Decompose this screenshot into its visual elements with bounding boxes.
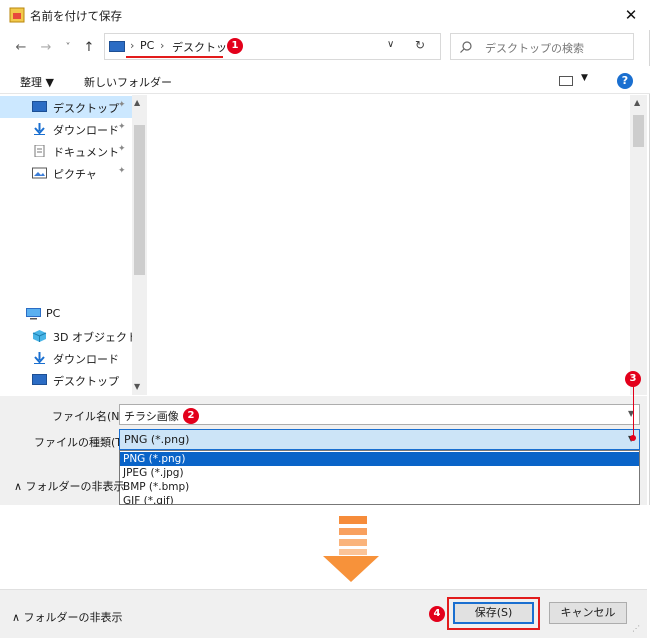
desktop-icon bbox=[32, 101, 47, 112]
search-placeholder: デスクトップの検索 bbox=[485, 42, 584, 55]
pin-icon[interactable]: ✦ bbox=[118, 166, 126, 176]
scrollbar-thumb[interactable] bbox=[134, 125, 145, 275]
arrow-stripe bbox=[339, 539, 367, 546]
3d-objects-icon bbox=[32, 330, 47, 342]
filetype-label: ファイルの種類(T): bbox=[34, 436, 131, 449]
callout-badge-1: 1 bbox=[227, 38, 243, 54]
filetype-select[interactable]: PNG (*.png) ▼ bbox=[119, 429, 640, 450]
app-icon bbox=[9, 7, 25, 23]
cancel-button[interactable]: キャンセル bbox=[549, 602, 627, 624]
sidebar-item-downloads[interactable]: ダウンロード ✦ bbox=[0, 118, 132, 140]
pin-icon[interactable]: ✦ bbox=[118, 144, 126, 154]
filetype-option[interactable]: GIF (*.gif) bbox=[120, 494, 639, 504]
callout-badge-2: 2 bbox=[183, 408, 199, 424]
desktop-icon bbox=[32, 374, 47, 385]
sidebar-item-label: PC bbox=[46, 307, 61, 320]
sidebar-item-desktop[interactable]: デスクトップ ✦ bbox=[0, 96, 132, 118]
save-as-dialog: 名前を付けて保存 ✕ ← → ˅ ↑ › PC › デスクトップ ∨ ↻ 1 デ… bbox=[0, 0, 650, 505]
sidebar-item-label: 3D オブジェクト bbox=[53, 331, 138, 344]
breadcrumb-pc[interactable]: PC bbox=[140, 39, 154, 52]
title-bar: 名前を付けて保存 ✕ bbox=[0, 0, 650, 30]
help-icon[interactable]: ? bbox=[617, 73, 633, 89]
back-button[interactable]: ← bbox=[12, 39, 30, 57]
up-button[interactable]: ↑ bbox=[80, 39, 98, 57]
pictures-icon bbox=[32, 167, 47, 179]
sidebar-item-label: ダウンロード bbox=[53, 124, 119, 137]
resize-grip-icon[interactable]: ⋰ bbox=[632, 624, 640, 633]
filename-label: ファイル名(N): bbox=[52, 410, 128, 423]
close-button[interactable]: ✕ bbox=[614, 0, 648, 30]
filetype-option[interactable]: JPEG (*.jpg) bbox=[120, 466, 639, 480]
organize-button[interactable]: 整理 ▼ bbox=[20, 74, 54, 90]
toolbar: 整理 ▼ 新しいフォルダー ▼ ? bbox=[0, 66, 650, 94]
navigation-pane: デスクトップ ✦ ダウンロード ✦ ドキュメント ✦ ピクチャ ✦ PC 3D … bbox=[0, 95, 147, 395]
view-dropdown-icon[interactable]: ▼ bbox=[581, 73, 588, 83]
view-options-icon[interactable] bbox=[559, 76, 573, 86]
sidebar-item-label: ピクチャ bbox=[53, 168, 97, 181]
file-list-scrollbar[interactable]: ▲ bbox=[630, 95, 647, 395]
forward-button[interactable]: → bbox=[37, 39, 55, 57]
save-button[interactable]: 保存(S) bbox=[453, 602, 534, 624]
dialog-footer: ∧ フォルダーの非表示 4 保存(S) キャンセル ⋰ bbox=[0, 589, 647, 638]
breadcrumb-separator-icon[interactable]: › bbox=[160, 39, 164, 52]
pin-icon[interactable]: ✦ bbox=[118, 122, 126, 132]
address-dropdown-icon[interactable]: ∨ bbox=[387, 39, 394, 50]
sidebar-item-pc-desktop[interactable]: デスクトップ bbox=[0, 369, 132, 391]
scroll-up-icon[interactable]: ▲ bbox=[634, 98, 640, 107]
highlight-underline bbox=[126, 56, 223, 58]
refresh-icon[interactable]: ↻ bbox=[415, 38, 425, 52]
download-arrow-icon bbox=[34, 352, 45, 364]
arrow-stripe bbox=[339, 549, 367, 555]
new-folder-button[interactable]: 新しいフォルダー bbox=[84, 74, 172, 90]
scroll-down-icon[interactable]: ▼ bbox=[134, 382, 140, 391]
search-input[interactable]: デスクトップの検索 bbox=[450, 33, 634, 60]
callout-leader-dot bbox=[630, 435, 636, 441]
scrollbar-thumb[interactable] bbox=[633, 115, 644, 147]
sidebar-item-pictures[interactable]: ピクチャ ✦ bbox=[0, 162, 132, 184]
callout-leader-line bbox=[633, 383, 634, 437]
sidebar-item-label: デスクトップ bbox=[53, 102, 119, 115]
navigation-scrollbar[interactable]: ▲ ▼ bbox=[132, 95, 147, 395]
sidebar-item-label: デスクトップ bbox=[53, 375, 119, 388]
hide-folders-toggle[interactable]: ∧ フォルダーの非表示 bbox=[14, 478, 125, 494]
sidebar-item-documents[interactable]: ドキュメント ✦ bbox=[0, 140, 132, 162]
search-icon bbox=[460, 41, 472, 53]
sidebar-item-3d-objects[interactable]: 3D オブジェクト bbox=[0, 325, 138, 347]
sidebar-item-pc[interactable]: PC bbox=[0, 303, 132, 325]
filetype-selected-value: PNG (*.png) bbox=[124, 433, 190, 446]
callout-badge-4: 4 bbox=[429, 606, 445, 622]
save-options-area: ファイル名(N): チラシ画像 ▼ 2 ファイルの種類(T): PNG (*.p… bbox=[0, 396, 647, 505]
down-arrow-icon bbox=[323, 556, 379, 582]
hide-folders-toggle[interactable]: ∧ フォルダーの非表示 bbox=[12, 609, 123, 625]
arrow-stripe bbox=[339, 528, 367, 535]
filetype-dropdown-list: PNG (*.png) JPEG (*.jpg) BMP (*.bmp) GIF… bbox=[119, 450, 640, 505]
sidebar-item-label: ドキュメント bbox=[53, 146, 119, 159]
breadcrumb-separator-icon[interactable]: › bbox=[130, 39, 134, 52]
arrow-stripe bbox=[339, 516, 367, 524]
filetype-option[interactable]: PNG (*.png) bbox=[120, 452, 639, 466]
filename-value: チラシ画像 bbox=[124, 410, 179, 423]
sidebar-item-label: ダウンロード bbox=[53, 353, 119, 366]
filetype-option[interactable]: BMP (*.bmp) bbox=[120, 480, 639, 494]
document-icon bbox=[34, 145, 45, 157]
pc-icon bbox=[109, 41, 125, 52]
sidebar-item-pc-downloads[interactable]: ダウンロード bbox=[0, 347, 132, 369]
recent-locations-button[interactable]: ˅ bbox=[61, 39, 75, 57]
scroll-up-icon[interactable]: ▲ bbox=[134, 98, 140, 107]
pin-icon[interactable]: ✦ bbox=[118, 100, 126, 110]
window-title: 名前を付けて保存 bbox=[30, 9, 122, 23]
download-arrow-icon bbox=[34, 123, 45, 135]
pc-icon bbox=[26, 308, 41, 320]
